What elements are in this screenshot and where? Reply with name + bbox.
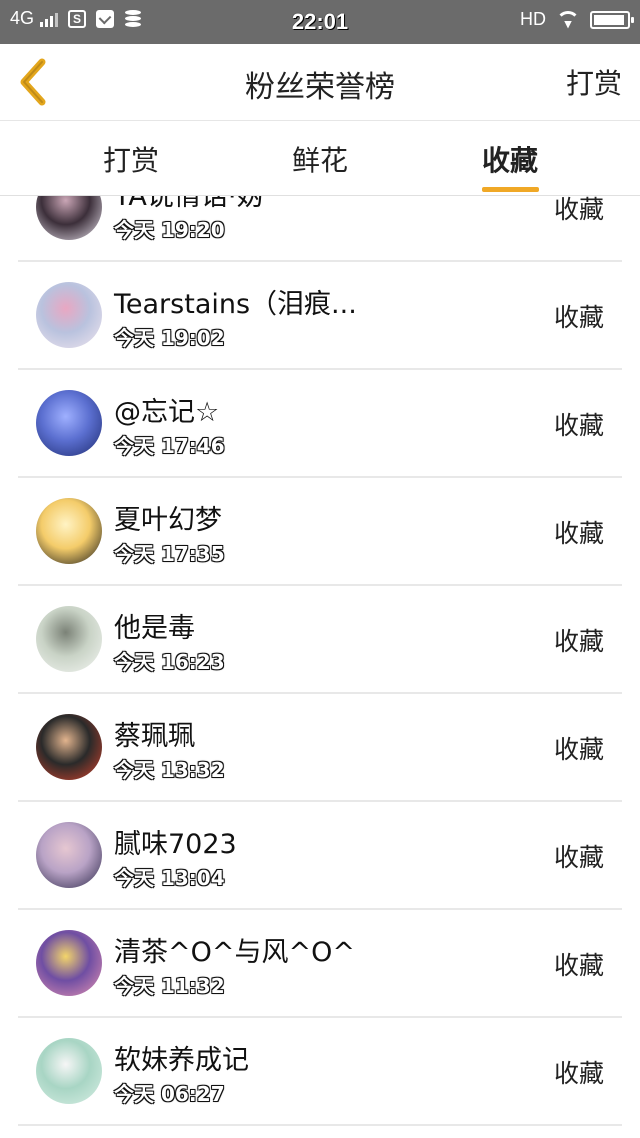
record-time: 今天 13:32 xyxy=(114,758,225,782)
avatar[interactable] xyxy=(36,1038,102,1104)
record-time: 今天 17:46 xyxy=(114,434,225,458)
avatar[interactable] xyxy=(36,822,102,888)
record-time: 今天 13:04 xyxy=(114,866,225,890)
tab-flowers[interactable]: 鲜花 xyxy=(240,139,400,179)
user-name: 清茶^O^与风^O^ xyxy=(114,937,355,968)
avatar[interactable] xyxy=(36,498,102,564)
action-label: 收藏 xyxy=(553,735,604,764)
action-label: 收藏 xyxy=(553,411,604,440)
avatar[interactable] xyxy=(36,930,102,996)
user-name: 蔡珮珮 xyxy=(114,721,195,752)
action-label: 收藏 xyxy=(553,519,604,548)
record-time: 今天 19:20 xyxy=(114,218,225,242)
list-item[interactable]: Tearstains（泪痕... 今天 19:02 收藏 xyxy=(18,262,622,370)
list-item[interactable]: 蔡珮珮 今天 13:32 收藏 xyxy=(18,694,622,802)
status-right: HD xyxy=(520,9,634,30)
list-item[interactable]: 夏叶幻梦 今天 17:35 收藏 xyxy=(18,478,622,586)
user-name: 腻味7023 xyxy=(114,829,237,860)
action-label: 收藏 xyxy=(553,843,604,872)
reward-button[interactable]: 打赏 xyxy=(566,62,622,102)
record-time: 今天 17:35 xyxy=(114,542,225,566)
user-name: 夏叶幻梦 xyxy=(114,505,222,536)
user-name: TA说情话·妫 xyxy=(114,196,264,212)
avatar[interactable] xyxy=(36,606,102,672)
tab-favorites[interactable]: 收藏 xyxy=(430,139,590,179)
tab-reward[interactable]: 打赏 xyxy=(51,139,211,179)
record-time: 今天 11:32 xyxy=(114,974,225,998)
avatar[interactable] xyxy=(36,196,102,240)
avatar[interactable] xyxy=(36,714,102,780)
fan-list[interactable]: TA说情话·妫 今天 19:20 收藏 Tearstains（泪痕... 今天 … xyxy=(0,196,640,1138)
list-item[interactable]: 软妹养成记 今天 06:27 收藏 xyxy=(18,1018,622,1126)
active-tab-indicator xyxy=(482,187,539,192)
list-item[interactable]: 他是毒 今天 16:23 收藏 xyxy=(18,586,622,694)
list-item[interactable]: 腻味7023 今天 13:04 收藏 xyxy=(18,802,622,910)
action-label: 收藏 xyxy=(553,951,604,980)
nav-bar: 粉丝荣誉榜 打赏 xyxy=(0,44,640,121)
list-item[interactable]: TA说情话·妫 今天 19:20 收藏 xyxy=(18,196,622,262)
record-time: 今天 06:27 xyxy=(114,1082,225,1106)
action-label: 收藏 xyxy=(553,627,604,656)
user-name: Tearstains（泪痕... xyxy=(114,289,357,320)
list-item[interactable]: 清茶^O^与风^O^ 今天 11:32 收藏 xyxy=(18,910,622,1018)
user-name: @忘记☆ xyxy=(114,397,220,428)
action-label: 收藏 xyxy=(553,303,604,332)
avatar[interactable] xyxy=(36,390,102,456)
record-time: 今天 16:23 xyxy=(114,650,225,674)
user-name: 他是毒 xyxy=(114,613,195,644)
page-title: 粉丝荣誉榜 xyxy=(245,70,395,105)
record-time: 今天 19:02 xyxy=(114,326,225,350)
wifi-icon xyxy=(556,11,580,29)
user-name: 软妹养成记 xyxy=(114,1045,249,1076)
hd-label: HD xyxy=(520,9,546,29)
tab-bar: 打赏 鲜花 收藏 xyxy=(0,121,640,196)
action-label: 收藏 xyxy=(553,196,604,224)
list-item[interactable]: @忘记☆ 今天 17:46 收藏 xyxy=(18,370,622,478)
avatar[interactable] xyxy=(36,282,102,348)
status-bar: 4G S 22:01 HD xyxy=(0,0,640,44)
action-label: 收藏 xyxy=(553,1059,604,1088)
battery-icon xyxy=(590,10,634,29)
